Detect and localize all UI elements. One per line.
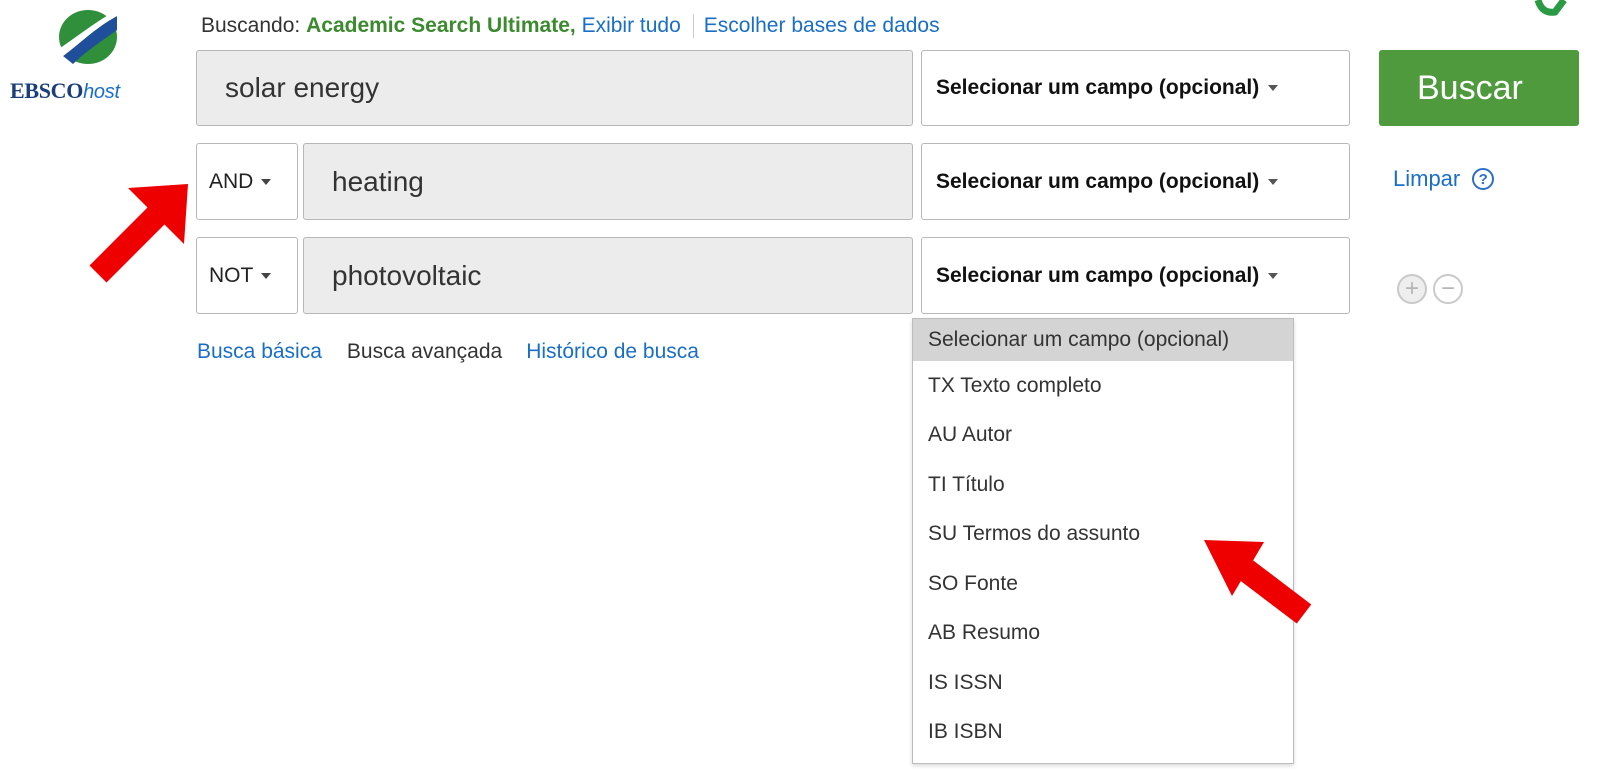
search-input-1[interactable]: solar energy [196, 50, 913, 126]
field-select-2[interactable]: Selecionar um campo (opcional) [921, 143, 1350, 220]
database-name: Academic Search Ultimate, [306, 14, 576, 37]
logo-host: host [83, 81, 120, 103]
annotation-arrow-subject-icon [1204, 540, 1312, 624]
ebsco-logo-text: EBSCOhost [10, 78, 120, 104]
search-button[interactable]: Buscar [1379, 50, 1579, 126]
searching-line: Buscando: Academic Search Ultimate, Exib… [201, 14, 940, 39]
search-mode-links: Busca básica Busca avançada Histórico de b… [197, 340, 699, 364]
corner-decoration [1534, 0, 1567, 16]
boolean-select-3-label: NOT [209, 263, 254, 287]
remove-row-button[interactable]: − [1433, 274, 1463, 304]
clear-control: Limpar ? [1393, 166, 1495, 192]
show-all-link[interactable]: Exibir tudo [582, 14, 681, 37]
field-select-1-label: Selecionar um campo (opcional) [936, 76, 1260, 99]
boolean-select-3[interactable]: NOT [196, 237, 298, 314]
dropdown-option[interactable]: TI Título [913, 460, 1293, 510]
field-select-2-label: Selecionar um campo (opcional) [936, 169, 1260, 193]
dropdown-option[interactable]: Selecionar um campo (opcional) [913, 319, 1293, 361]
dropdown-option[interactable]: IB ISBN [913, 708, 1293, 758]
boolean-select-2[interactable]: AND [196, 143, 298, 220]
add-row-button[interactable]: + [1397, 274, 1427, 304]
search-history-link[interactable]: Histórico de busca [526, 340, 699, 363]
dropdown-option[interactable]: AU Autor [913, 411, 1293, 461]
search-input-2[interactable]: heating [303, 143, 913, 220]
chevron-down-icon [1268, 178, 1279, 185]
basic-search-link[interactable]: Busca básica [197, 340, 322, 363]
dropdown-option[interactable]: IS ISSN [913, 658, 1293, 708]
minus-icon: − [1440, 275, 1455, 302]
annotation-arrow-boolean-icon [89, 184, 188, 283]
search-input-3[interactable]: photovoltaic [303, 237, 913, 314]
search-input-2-value: heating [332, 165, 424, 197]
choose-databases-link[interactable]: Escolher bases de dados [704, 14, 940, 37]
search-input-3-value: photovoltaic [332, 259, 482, 291]
searching-prefix: Buscando: [201, 14, 301, 37]
help-icon[interactable]: ? [1472, 168, 1495, 190]
field-select-1[interactable]: Selecionar um campo (opcional) [921, 50, 1350, 126]
advanced-search-label: Busca avançada [346, 340, 503, 363]
chevron-down-icon [1268, 272, 1279, 279]
chevron-down-icon [1268, 85, 1279, 91]
logo-brand: EBSCO [10, 78, 84, 103]
dropdown-option[interactable]: TX Texto completo [913, 361, 1293, 411]
chevron-down-icon [261, 178, 272, 185]
field-select-3[interactable]: Selecionar um campo (opcional) [921, 237, 1350, 314]
chevron-down-icon [261, 272, 272, 279]
plus-icon: + [1404, 275, 1419, 302]
ebsco-logo-icon [59, 10, 117, 64]
search-input-1-value: solar energy [225, 72, 380, 103]
clear-link[interactable]: Limpar [1393, 166, 1460, 192]
separator [692, 14, 694, 39]
field-select-3-label: Selecionar um campo (opcional) [936, 263, 1260, 287]
boolean-select-2-label: AND [209, 169, 254, 193]
